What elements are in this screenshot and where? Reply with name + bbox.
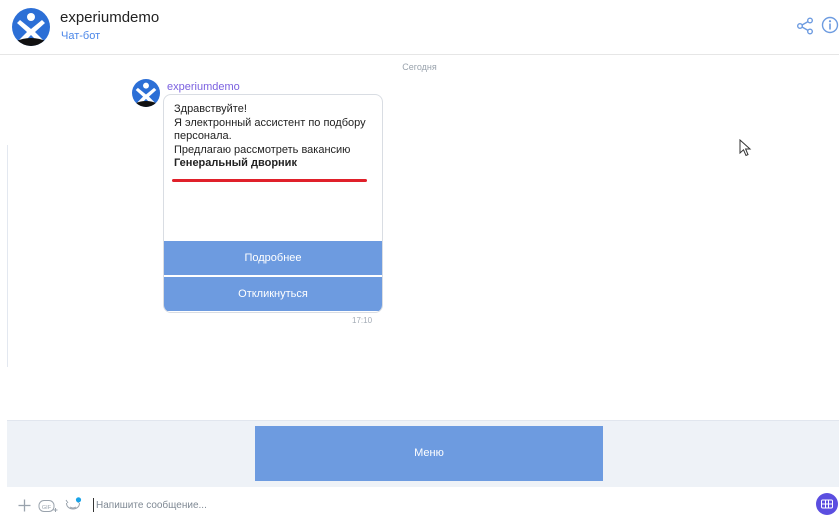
keyboard-icon[interactable] bbox=[816, 493, 838, 515]
left-panel-edge bbox=[0, 145, 8, 367]
message-time: 17:10 bbox=[352, 316, 373, 325]
message-author: experiumdemo bbox=[167, 81, 240, 93]
chat-header: experiumdemo Чат-бот bbox=[0, 0, 839, 55]
message-line: Здравствуйте! bbox=[174, 103, 247, 115]
respond-button[interactable]: Откликнуться bbox=[164, 277, 382, 311]
message-avatar bbox=[132, 79, 160, 107]
date-separator: Сегодня bbox=[402, 62, 437, 72]
message-line: Я электронный ассистент по подбору bbox=[174, 116, 366, 129]
sticker-icon[interactable] bbox=[64, 497, 82, 514]
details-button[interactable]: Подробнее bbox=[164, 241, 382, 275]
vacancy-title: Генеральный дворник bbox=[174, 157, 297, 170]
message-input[interactable] bbox=[96, 498, 696, 513]
plus-icon[interactable] bbox=[18, 499, 31, 512]
menu-button[interactable]: Меню bbox=[255, 426, 603, 481]
chat-title: experiumdemo bbox=[60, 9, 160, 26]
message-bubble: Здравствуйте! Я электронный ассистент по… bbox=[163, 94, 383, 313]
gif-icon[interactable]: GIF bbox=[38, 499, 58, 513]
text-caret bbox=[93, 498, 94, 512]
red-underline-highlight bbox=[172, 179, 367, 182]
message-text: Здравствуйте! Я электронный ассистент по… bbox=[174, 103, 374, 171]
info-icon[interactable] bbox=[821, 16, 839, 34]
message-line: персонала. bbox=[174, 130, 232, 143]
message-line: Предлагаю рассмотреть вакансию bbox=[174, 143, 351, 156]
share-icon[interactable] bbox=[796, 17, 814, 35]
mouse-cursor-icon bbox=[739, 139, 752, 157]
chat-subtitle: Чат-бот bbox=[61, 30, 101, 42]
svg-text:GIF: GIF bbox=[42, 505, 52, 511]
bot-logo bbox=[12, 8, 50, 46]
